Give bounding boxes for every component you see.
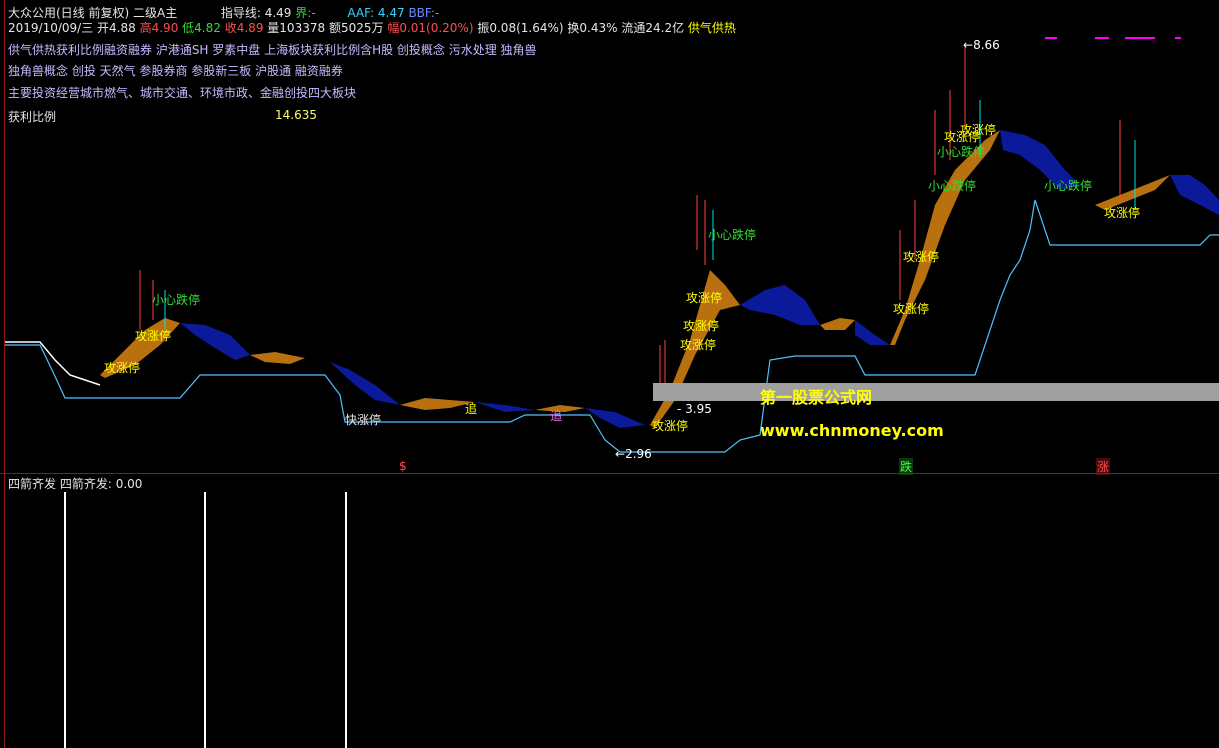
signal-caution-5: 小心跌停 (1044, 179, 1093, 193)
signal-attack-4: 攻涨停 (680, 338, 717, 352)
mid-price-label: - 3.95 (677, 402, 712, 416)
min-price-label: ←2.96 (615, 447, 652, 461)
watermark-title: 第一股票公式网 (760, 388, 873, 407)
sub-chart[interactable] (5, 474, 1219, 748)
signal-caution-3: 小心跌停 (928, 179, 977, 193)
signal-caution-1: 小心跌停 (152, 293, 201, 307)
signal-attack-11: 攻涨停 (1104, 206, 1141, 220)
signal-attack-1: 攻涨停 (104, 361, 141, 375)
price-chart[interactable] (5, 0, 1219, 473)
signal-caution-4: 小心跌停 (937, 145, 986, 159)
signal-attack-5: 攻涨停 (683, 319, 720, 333)
signal-attack-7: 攻涨停 (893, 302, 930, 316)
signal-chase-1: 追 (465, 402, 478, 416)
signal-attack-6: 攻涨停 (686, 291, 723, 305)
candles (139, 45, 1136, 400)
max-price-label: ←8.66 (963, 38, 1000, 52)
signal-fast: 快涨停 (345, 413, 382, 427)
top-marks (1045, 37, 1181, 39)
watermark-url: www.chnmoney.com (760, 421, 944, 440)
signal-chase-2: 追 (550, 409, 563, 423)
signal-attack-2: 攻涨停 (135, 329, 172, 343)
signal-attack-3: 攻涨停 (652, 419, 689, 433)
signal-attack-8: 攻涨停 (903, 250, 940, 264)
signal-caution-2: 小心跌停 (708, 228, 757, 242)
bottom-signal-s: $ (399, 459, 407, 473)
white-line (5, 341, 101, 386)
signal-attack-10: 攻涨停 (960, 123, 997, 137)
watermark-bar (653, 383, 1219, 401)
